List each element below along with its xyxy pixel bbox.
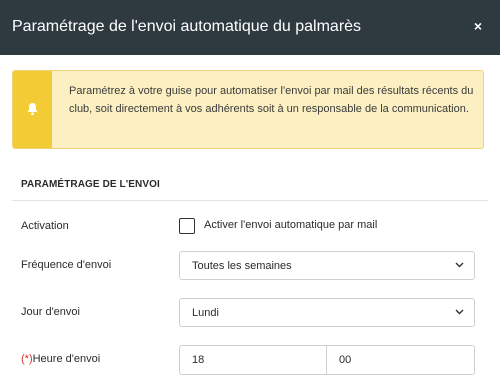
day-label: Jour d'envoi <box>21 306 80 318</box>
day-select-value: Lundi <box>192 307 219 319</box>
activation-label: Activation <box>21 220 69 232</box>
bell-icon <box>27 103 38 116</box>
alert-message: Paramétrez à votre guise pour automatise… <box>69 85 474 115</box>
minute-input[interactable] <box>326 345 475 375</box>
required-marker: (*) <box>21 353 33 365</box>
close-icon[interactable]: × <box>468 16 488 36</box>
hour-input[interactable] <box>179 345 327 375</box>
frequency-select-value: Toutes les semaines <box>192 260 292 272</box>
activation-checkbox-label[interactable]: Activer l'envoi automatique par mail <box>204 219 377 231</box>
dialog-header: Paramétrage de l'envoi automatique du pa… <box>0 0 500 55</box>
settings-dialog: Paramétrage de l'envoi automatique du pa… <box>0 0 500 376</box>
alert-icon-container <box>13 71 52 148</box>
day-select[interactable]: Lundi <box>179 298 475 327</box>
frequency-label: Fréquence d'envoi <box>21 259 112 271</box>
frequency-select[interactable]: Toutes les semaines <box>179 251 475 280</box>
dialog-title: Paramétrage de l'envoi automatique du pa… <box>12 18 362 35</box>
section-title: PARAMÉTRAGE DE L'ENVOI <box>21 179 160 190</box>
info-alert: Paramétrez à votre guise pour automatise… <box>12 70 484 149</box>
activation-checkbox[interactable] <box>179 218 195 234</box>
chevron-down-icon <box>455 309 464 315</box>
time-label: (*)Heure d'envoi <box>21 353 100 365</box>
section-divider <box>12 200 488 201</box>
chevron-down-icon <box>455 262 464 268</box>
time-label-text: Heure d'envoi <box>32 353 101 365</box>
